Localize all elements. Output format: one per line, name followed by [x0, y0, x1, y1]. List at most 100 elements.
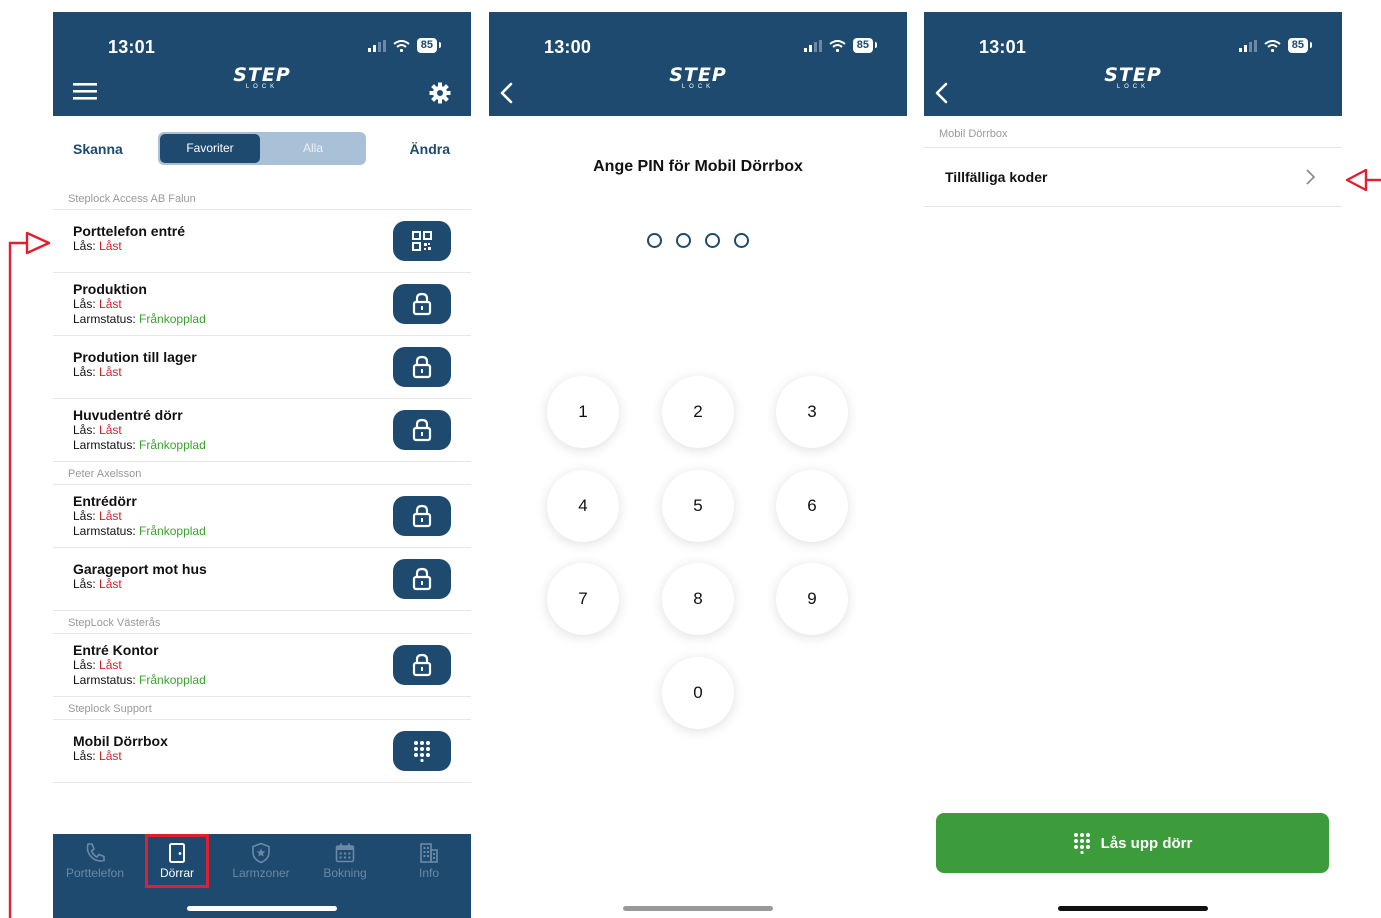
calendar-icon — [335, 843, 355, 863]
home-indicator — [623, 906, 773, 911]
list-item[interactable]: Entré Kontor Lås: Låst Larmstatus: Frånkop… — [53, 634, 471, 697]
section-header: Peter Axelsson — [53, 462, 471, 485]
status-icons: 85 — [367, 38, 442, 53]
battery-icon: 85 — [416, 38, 442, 53]
tab-info[interactable]: Info — [389, 838, 469, 888]
tab-all[interactable]: Alla — [262, 134, 364, 163]
tab-bokning[interactable]: Bokning — [305, 838, 385, 888]
alarm-label: Larmstatus: — [73, 524, 136, 538]
unlock-door-button[interactable]: Lås upp dörr — [936, 813, 1329, 873]
lock-value: Låst — [99, 297, 122, 311]
steplock-logo: STEP LOCK — [1104, 64, 1162, 91]
tab-label: Bokning — [323, 866, 367, 880]
lock-label: Lås: — [73, 509, 96, 523]
key-0[interactable]: 0 — [662, 657, 734, 729]
list-item[interactable]: Porttelefon entré Lås: Låst — [53, 210, 471, 273]
lock-icon — [412, 355, 432, 379]
lock-label: Lås: — [73, 239, 96, 253]
lock-value: Låst — [99, 239, 122, 253]
list-item[interactable]: Huvudentré dörr Lås: Låst Larmstatus: Från… — [53, 399, 471, 462]
tab-label: Larmzoner — [232, 866, 290, 880]
alarm-label: Larmstatus: — [73, 312, 136, 326]
shield-icon — [252, 842, 270, 864]
alarm-status: Larmstatus: Frånkopplad — [73, 673, 206, 688]
key-4[interactable]: 4 — [547, 470, 619, 542]
unlock-label: Lås upp dörr — [1100, 834, 1193, 852]
key-3[interactable]: 3 — [776, 376, 848, 448]
alarm-status: Larmstatus: Frånkopplad — [73, 524, 206, 539]
list-item[interactable]: Garageport mot hus Lås: Låst — [53, 548, 471, 611]
back-icon[interactable] — [497, 80, 517, 106]
lock-value: Låst — [99, 365, 122, 379]
key-9[interactable]: 9 — [776, 563, 848, 635]
wifi-icon — [829, 39, 846, 52]
door-name: Huvudentré dörr — [73, 407, 183, 423]
lock-button[interactable] — [393, 410, 451, 450]
list-item-text: Entré Kontor Lås: Låst Larmstatus: Frånkop… — [73, 643, 206, 688]
key-5[interactable]: 5 — [662, 470, 734, 542]
home-indicator — [1058, 906, 1208, 911]
door-name: Garageport mot hus — [73, 561, 207, 577]
signal-icon — [367, 39, 386, 52]
menu-icon[interactable] — [73, 82, 97, 100]
edit-button[interactable]: Ändra — [410, 141, 450, 157]
list-item[interactable]: Entrédörr Lås: Låst Larmstatus: Frånkoppla… — [53, 485, 471, 548]
scan-button[interactable]: Skanna — [73, 141, 123, 157]
pin-dot — [734, 233, 749, 248]
pin-dot — [705, 233, 720, 248]
list-item[interactable]: Mobil Dörrbox Lås: Låst — [53, 720, 471, 783]
tab-favorites[interactable]: Favoriter — [160, 134, 260, 163]
list-item-text: Entrédörr Lås: Låst Larmstatus: Frånkoppla… — [73, 494, 206, 539]
list-item[interactable]: Produktion Lås: Låst Larmstatus: Frånkoppl… — [53, 273, 471, 336]
bottom-nav: Porttelefon Dörrar Larmzoner Bokning Inf… — [53, 834, 471, 918]
lock-label: Lås: — [73, 577, 96, 591]
keypad-button[interactable] — [393, 731, 451, 771]
door-name: Porttelefon entré — [73, 223, 186, 239]
mobile-doorbox-screen: 13:01 85 STEP LOCK Mobil Dörrbox Tillfäl… — [924, 12, 1342, 918]
status-icons: 85 — [803, 38, 878, 53]
keypad-icon — [414, 741, 430, 762]
lock-button[interactable] — [393, 284, 451, 324]
gear-icon[interactable] — [429, 82, 451, 104]
lock-button[interactable] — [393, 645, 451, 685]
battery-icon: 85 — [1287, 38, 1313, 53]
lock-button[interactable] — [393, 347, 451, 387]
lock-label: Lås: — [73, 658, 96, 672]
list-item-text: Huvudentré dörr Lås: Låst Larmstatus: Från… — [73, 408, 206, 453]
key-7[interactable]: 7 — [547, 563, 619, 635]
lock-label: Lås: — [73, 365, 96, 379]
tab-porttelefon[interactable]: Porttelefon — [55, 838, 135, 888]
steplock-logo: STEP LOCK — [669, 64, 727, 91]
lock-status: Lås: Låst — [73, 239, 185, 254]
list-item-text: Produktion Lås: Låst Larmstatus: Frånkoppl… — [73, 282, 206, 327]
header-bar: 13:01 85 STEP LOCK — [924, 12, 1342, 116]
lock-value: Låst — [99, 658, 122, 672]
lock-value: Låst — [99, 749, 122, 763]
lock-icon — [412, 653, 432, 677]
lock-button[interactable] — [393, 559, 451, 599]
key-8[interactable]: 8 — [662, 563, 734, 635]
list-item[interactable]: Prodution till lager Lås: Låst — [53, 336, 471, 399]
key-6[interactable]: 6 — [776, 470, 848, 542]
temporary-codes-row[interactable]: Tillfälliga koder — [924, 147, 1342, 207]
list-item-text: Porttelefon entré Lås: Låst — [73, 224, 185, 254]
tab-larmzoner[interactable]: Larmzoner — [221, 838, 301, 888]
keypad-icon — [1073, 833, 1090, 854]
lock-label: Lås: — [73, 297, 96, 311]
lock-button[interactable] — [393, 496, 451, 536]
qr-button[interactable] — [393, 221, 451, 261]
back-icon[interactable] — [932, 80, 952, 106]
key-2[interactable]: 2 — [662, 376, 734, 448]
section-header: Mobil Dörrbox — [939, 128, 1008, 140]
home-indicator — [187, 906, 337, 911]
lock-value: Låst — [99, 509, 122, 523]
pin-dot — [676, 233, 691, 248]
battery-icon: 85 — [852, 38, 878, 53]
key-1[interactable]: 1 — [547, 376, 619, 448]
door-name: Entrédörr — [73, 493, 137, 509]
lock-status: Lås: Låst — [73, 577, 207, 592]
lock-status: Lås: Låst — [73, 297, 206, 312]
status-time: 13:01 — [108, 37, 156, 57]
signal-icon — [803, 39, 822, 52]
section-header: StepLock Västerås — [53, 611, 471, 634]
